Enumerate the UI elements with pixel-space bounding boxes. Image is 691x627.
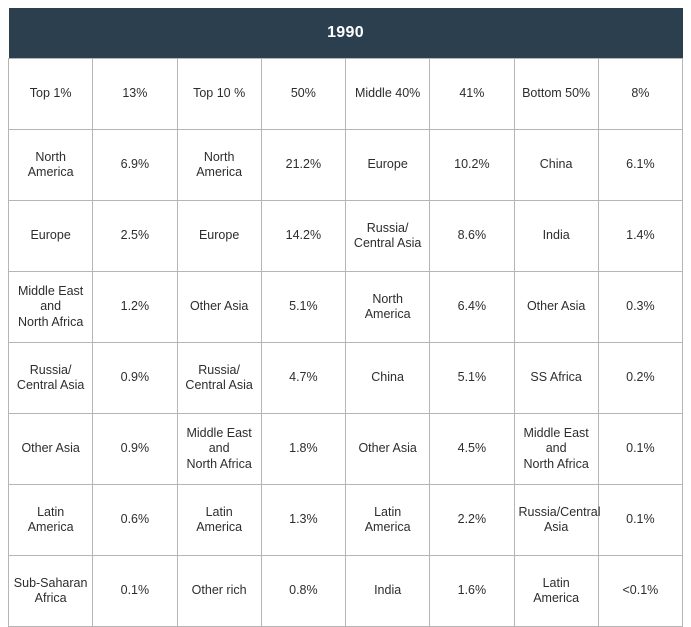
cell-top1-value: 1.2% — [92, 271, 178, 343]
cell-bot50-value: 0.1% — [597, 413, 684, 485]
cell-mid40-region: Europe — [344, 129, 431, 201]
cell-top1-value: 0.6% — [92, 484, 178, 556]
cell-top1-region: North America — [7, 129, 94, 201]
cell-mid40-region: North America — [344, 271, 431, 343]
table-row: Europe 2.5% Europe 14.2% Russia/Central … — [7, 200, 684, 272]
cell-top10-region: Other rich — [176, 555, 262, 627]
group-label-bot50: Bottom 50% — [513, 58, 599, 130]
cell-top10-region: Middle East and North Africa — [176, 413, 262, 485]
group-label-top10: Top 10 % — [176, 58, 262, 130]
table-row: Russia/Central Asia 0.9% Russia/Central … — [7, 342, 684, 414]
cell-bot50-region: Other Asia — [513, 271, 599, 343]
group-value-top1: 13% — [92, 58, 178, 130]
table-row: North America 6.9% North America 21.2% E… — [7, 129, 684, 201]
cell-mid40-region: India — [344, 555, 431, 627]
group-label-top1: Top 1% — [7, 58, 94, 130]
cell-top10-region: Latin America — [176, 484, 262, 556]
cell-top1-region: Latin America — [7, 484, 94, 556]
cell-top10-region: Other Asia — [176, 271, 262, 343]
group-value-top10: 50% — [260, 58, 347, 130]
cell-top10-value: 21.2% — [260, 129, 347, 201]
table-row: Sub-Saharan Africa 0.1% Other rich 0.8% I… — [7, 555, 684, 627]
cell-mid40-value: 6.4% — [429, 271, 515, 343]
cell-bot50-value: 6.1% — [597, 129, 684, 201]
cell-top10-value: 5.1% — [260, 271, 347, 343]
group-value-bot50: 8% — [597, 58, 684, 130]
cell-top1-region: Europe — [7, 200, 94, 272]
wealth-distribution-table: 1990 Top 1% 13% Top 10 % 50% Middle 40% … — [7, 8, 684, 627]
cell-mid40-region: China — [344, 342, 431, 414]
cell-bot50-value: <0.1% — [597, 555, 684, 627]
table-row: Middle East and North Africa 1.2% Other A… — [7, 271, 684, 343]
table-row: Other Asia 0.9% Middle East and North Afr… — [7, 413, 684, 485]
cell-bot50-value: 0.1% — [597, 484, 684, 556]
table-title-year: 1990 — [8, 8, 683, 59]
cell-top10-region: Europe — [176, 200, 262, 272]
cell-bot50-region: SS Africa — [513, 342, 599, 414]
cell-mid40-region: Latin America — [344, 484, 431, 556]
group-header-row: Top 1% 13% Top 10 % 50% Middle 40% 41% B… — [7, 58, 684, 130]
cell-bot50-region: Russia/Central Asia — [513, 484, 600, 556]
cell-top10-value: 1.3% — [260, 484, 347, 556]
cell-mid40-value: 10.2% — [429, 129, 515, 201]
cell-bot50-region: China — [513, 129, 599, 201]
cell-top1-value: 0.9% — [92, 342, 178, 414]
cell-top1-value: 0.1% — [92, 555, 178, 627]
cell-mid40-value: 5.1% — [429, 342, 515, 414]
cell-top1-value: 0.9% — [92, 413, 178, 485]
cell-top1-region: Sub-Saharan Africa — [7, 555, 94, 627]
cell-top10-region: Russia/Central Asia — [176, 342, 262, 414]
table-body: Top 1% 13% Top 10 % 50% Middle 40% 41% B… — [7, 58, 684, 627]
cell-top10-value: 4.7% — [260, 342, 347, 414]
cell-top1-region: Other Asia — [7, 413, 94, 485]
wealth-distribution-table-container: 1990 Top 1% 13% Top 10 % 50% Middle 40% … — [0, 0, 691, 627]
group-label-mid40: Middle 40% — [344, 58, 431, 130]
group-value-mid40: 41% — [429, 58, 515, 130]
cell-bot50-value: 0.3% — [597, 271, 684, 343]
cell-bot50-value: 0.2% — [597, 342, 684, 414]
cell-top10-region: North America — [176, 129, 262, 201]
title-row: 1990 — [8, 8, 683, 59]
cell-top10-value: 14.2% — [260, 200, 347, 272]
table-row: Latin America 0.6% Latin America 1.3% La… — [7, 484, 684, 556]
cell-mid40-region: Russia/Central Asia — [344, 200, 431, 272]
cell-bot50-region: Latin America — [513, 555, 599, 627]
cell-mid40-value: 8.6% — [429, 200, 515, 272]
cell-mid40-region: Other Asia — [344, 413, 431, 485]
cell-bot50-value: 1.4% — [597, 200, 684, 272]
table-header: 1990 — [8, 8, 683, 59]
cell-top1-region: Middle East and North Africa — [7, 271, 94, 343]
cell-bot50-region: India — [513, 200, 599, 272]
cell-mid40-value: 4.5% — [429, 413, 515, 485]
cell-top1-region: Russia/Central Asia — [7, 342, 94, 414]
cell-top1-value: 6.9% — [92, 129, 178, 201]
cell-mid40-value: 1.6% — [429, 555, 515, 627]
cell-mid40-value: 2.2% — [429, 484, 515, 556]
cell-top1-value: 2.5% — [92, 200, 178, 272]
cell-top10-value: 0.8% — [260, 555, 347, 627]
cell-top10-value: 1.8% — [260, 413, 347, 485]
cell-bot50-region: Middle East and North Africa — [513, 413, 599, 485]
